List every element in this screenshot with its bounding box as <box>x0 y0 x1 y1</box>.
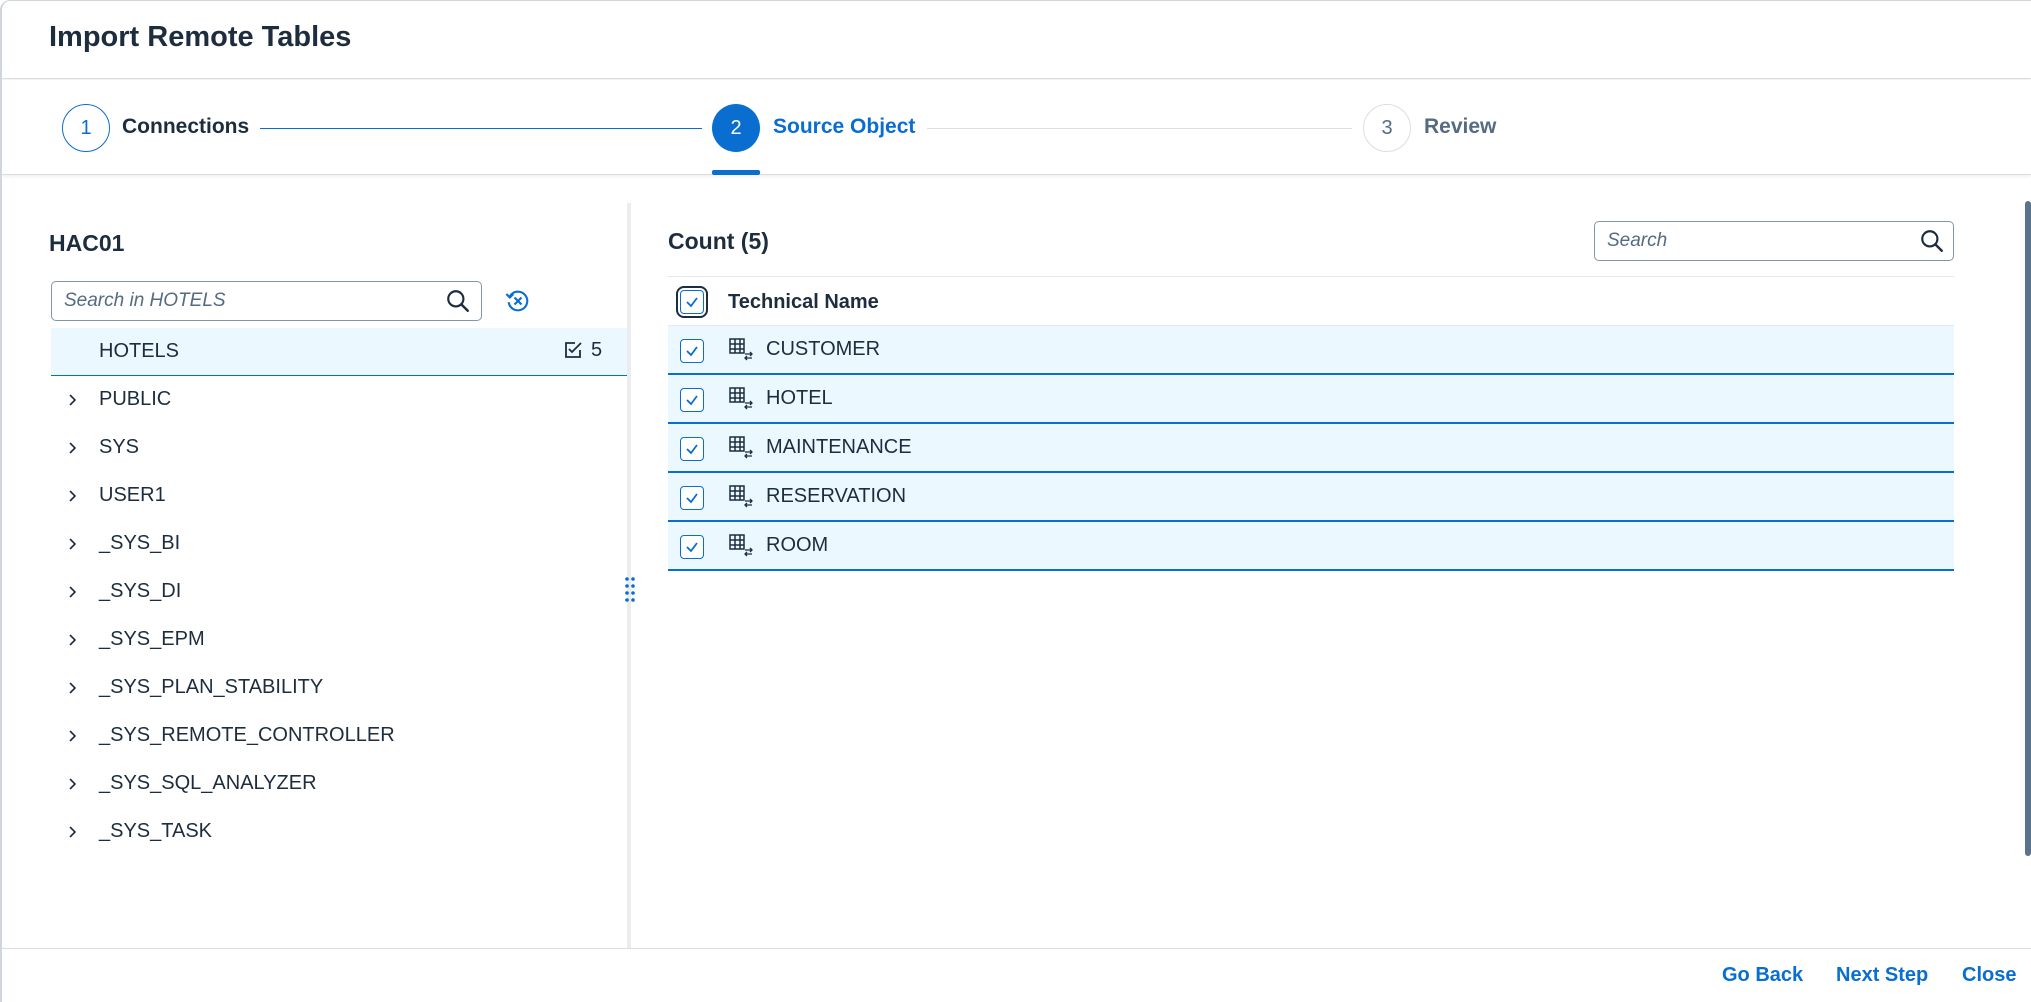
table-row[interactable]: HOTEL <box>668 375 1954 424</box>
table-count-title: Count (5) <box>668 228 769 254</box>
row-checkbox[interactable] <box>680 339 704 363</box>
table-name: HOTEL <box>766 387 833 409</box>
reset-filter-icon[interactable] <box>504 287 532 315</box>
tree-item-sys-di[interactable]: _SYS_DI <box>51 568 627 616</box>
chevron-right-icon[interactable] <box>66 633 80 647</box>
step-3-label: Review <box>1424 115 1497 138</box>
chevron-right-icon[interactable] <box>66 489 80 503</box>
table-search-input[interactable] <box>1607 222 1907 260</box>
table-name: MAINTENANCE <box>766 436 912 458</box>
close-button[interactable]: Close <box>1962 964 2016 987</box>
tree-item-sys-sql-analyzer[interactable]: _SYS_SQL_ANALYZER <box>51 760 627 808</box>
dialog-footer: Go Back Next Step Close <box>2 948 2031 1002</box>
remote-table-icon <box>729 387 753 410</box>
checkmark-icon <box>686 395 698 406</box>
selected-count-badge: 5 <box>561 338 602 362</box>
remote-tables-table: Technical Name CUSTOMER HOTEL MAINTENANC… <box>668 276 1954 571</box>
tree-item-label: PUBLIC <box>99 388 172 410</box>
chevron-right-icon[interactable] <box>66 777 80 791</box>
column-header-technical-name[interactable]: Technical Name <box>728 291 879 314</box>
table-header: Technical Name <box>668 276 1954 326</box>
tree-item-label: SYS <box>99 436 140 458</box>
table-name: RESERVATION <box>766 485 907 507</box>
checkmark-icon <box>686 493 698 504</box>
chevron-right-icon[interactable] <box>66 729 80 743</box>
tree-item-sys-epm[interactable]: _SYS_EPM <box>51 616 627 664</box>
tree-item-sys-task[interactable]: _SYS_TASK <box>51 808 627 856</box>
search-icon[interactable] <box>1919 228 1945 254</box>
tree-search-input[interactable] <box>64 282 434 320</box>
tree-item-label: _SYS_SQL_ANALYZER <box>99 772 317 794</box>
step-2-label[interactable]: Source Object <box>773 115 915 139</box>
next-step-button[interactable]: Next Step <box>1836 964 1928 987</box>
vertical-scrollbar[interactable] <box>2025 201 2031 856</box>
table-name: CUSTOMER <box>766 338 881 360</box>
tree-item-public[interactable]: PUBLIC <box>51 376 627 424</box>
step-2-circle[interactable]: 2 <box>712 104 760 152</box>
step-3-circle: 3 <box>1363 104 1411 152</box>
table-row[interactable]: RESERVATION <box>668 473 1954 522</box>
step-1-circle[interactable]: 1 <box>62 104 110 152</box>
tree-item-sys[interactable]: SYS <box>51 424 627 472</box>
schema-tree-pane: HAC01 HOTELS 5 <box>2 203 627 948</box>
search-icon[interactable] <box>445 288 471 314</box>
row-checkbox[interactable] <box>680 388 704 412</box>
connection-title: HAC01 <box>49 230 125 256</box>
tree-item-label: _SYS_TASK <box>99 820 213 842</box>
row-checkbox[interactable] <box>680 535 704 559</box>
step-connector-completed <box>260 128 702 129</box>
tree-item-label: _SYS_DI <box>99 580 182 602</box>
tree-item-label: _SYS_REMOTE_CONTROLLER <box>99 724 395 746</box>
remote-table-icon <box>729 485 753 508</box>
active-step-indicator <box>712 170 760 175</box>
chevron-right-icon[interactable] <box>66 441 80 455</box>
checkmark-icon <box>686 346 698 357</box>
select-all-checkbox[interactable] <box>676 286 708 318</box>
table-name: ROOM <box>766 534 829 556</box>
tree-item-label: USER1 <box>99 484 166 506</box>
row-checkbox[interactable] <box>680 486 704 510</box>
row-checkbox[interactable] <box>680 437 704 461</box>
remote-table-icon <box>729 436 753 459</box>
remote-tables-pane: Count (5) Technical Name CUSTOMER <box>631 203 2031 948</box>
dialog-header: Import Remote Tables <box>2 1 2031 79</box>
table-row[interactable]: ROOM <box>668 522 1954 571</box>
checkmark-icon <box>686 444 698 455</box>
go-back-button[interactable]: Go Back <box>1722 964 1803 987</box>
chevron-right-icon[interactable] <box>66 537 80 551</box>
tree-item-label: _SYS_PLAN_STABILITY <box>99 676 324 698</box>
tree-search-field[interactable] <box>51 281 482 321</box>
table-row[interactable]: CUSTOMER <box>668 326 1954 375</box>
chevron-right-icon[interactable] <box>66 585 80 599</box>
selected-count: 5 <box>591 338 603 361</box>
checkmark-icon <box>686 542 698 553</box>
chevron-right-icon[interactable] <box>66 825 80 839</box>
tree-item-hotels[interactable]: HOTELS 5 <box>51 328 627 376</box>
tree-item-user1[interactable]: USER1 <box>51 472 627 520</box>
table-search-field[interactable] <box>1594 221 1954 261</box>
wizard-progress-bar: 1 Connections 2 Source Object 3 Review <box>2 80 2031 175</box>
remote-table-icon <box>729 534 753 557</box>
chevron-right-icon[interactable] <box>66 681 80 695</box>
tree-item-label: HOTELS <box>99 340 180 362</box>
chevron-right-icon[interactable] <box>66 393 80 407</box>
tree-item-label: _SYS_EPM <box>99 628 205 650</box>
tree-item-sys-remote-controller[interactable]: _SYS_REMOTE_CONTROLLER <box>51 712 627 760</box>
table-row[interactable]: MAINTENANCE <box>668 424 1954 473</box>
remote-table-icon <box>729 338 753 361</box>
tree-item-sys-bi[interactable]: _SYS_BI <box>51 520 627 568</box>
import-remote-tables-dialog: Import Remote Tables 1 Connections 2 Sou… <box>0 0 2031 1002</box>
check-square-icon <box>565 342 582 358</box>
checkmark-icon <box>686 297 698 308</box>
step-1-label[interactable]: Connections <box>122 115 249 139</box>
tree-item-sys-plan-stability[interactable]: _SYS_PLAN_STABILITY <box>51 664 627 712</box>
schema-tree: HOTELS 5 PUBLIC SYS USER1 _SYS_BI _SYS_D… <box>51 328 627 856</box>
step-connector-pending <box>927 128 1352 129</box>
tree-item-label: _SYS_BI <box>99 532 181 554</box>
dialog-title: Import Remote Tables <box>49 21 352 53</box>
